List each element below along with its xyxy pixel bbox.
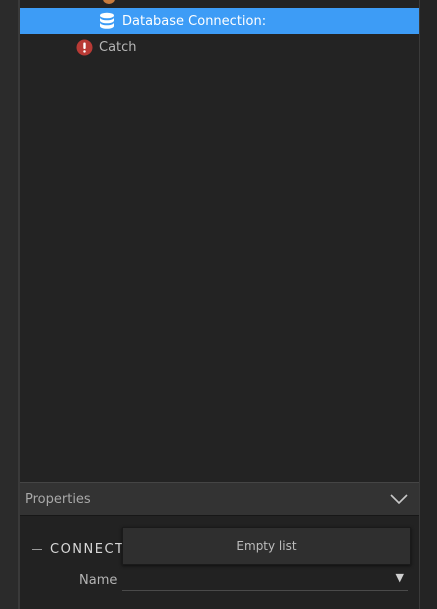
tree-item-label: Database Connection: bbox=[122, 13, 267, 29]
right-gutter bbox=[419, 0, 437, 609]
tree-item-catch[interactable]: Catch bbox=[20, 34, 419, 60]
database-icon bbox=[98, 12, 116, 30]
tree-item-database-connection[interactable]: Database Connection: bbox=[20, 8, 419, 34]
name-select[interactable]: ▼ bbox=[122, 569, 408, 591]
app-window: Database Connection: Catch Properties CO… bbox=[0, 0, 437, 609]
empty-list-message: Empty list bbox=[236, 539, 297, 553]
partially-visible-node-icon bbox=[103, 0, 115, 4]
error-icon bbox=[75, 38, 93, 56]
tree-item-label: Catch bbox=[99, 39, 137, 55]
properties-header[interactable]: Properties bbox=[20, 482, 419, 516]
tree-panel: Database Connection: Catch bbox=[20, 0, 419, 482]
left-gutter bbox=[0, 0, 18, 609]
name-field-label: Name bbox=[79, 573, 118, 588]
chevron-down-icon[interactable] bbox=[389, 491, 409, 507]
section-collapse-toggle[interactable] bbox=[32, 549, 42, 550]
properties-title: Properties bbox=[25, 491, 91, 507]
dropdown-popup: Empty list bbox=[122, 527, 411, 565]
dropdown-arrow-icon[interactable]: ▼ bbox=[396, 571, 404, 584]
section-title: CONNECT bbox=[50, 542, 125, 557]
